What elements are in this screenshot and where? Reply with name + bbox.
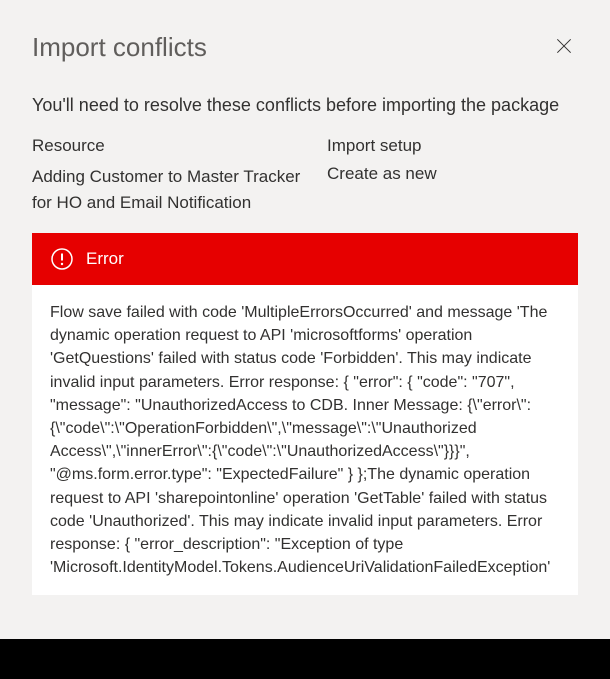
table-header-row: Resource Import setup [32, 136, 578, 156]
import-conflicts-dialog: Import conflicts You'll need to resolve … [0, 0, 610, 679]
error-label: Error [86, 249, 124, 269]
dialog-subtitle: You'll need to resolve these conflicts b… [32, 95, 578, 116]
table-row: Adding Customer to Master Tracker for HO… [32, 164, 578, 215]
bottom-bar [0, 639, 610, 679]
dialog-header: Import conflicts [32, 32, 578, 63]
error-banner: Error [32, 233, 578, 285]
close-button[interactable] [550, 32, 578, 63]
column-header-resource: Resource [32, 136, 327, 156]
error-icon [50, 247, 74, 271]
import-setup-value: Create as new [327, 164, 578, 215]
close-icon [554, 36, 574, 59]
column-header-import-setup: Import setup [327, 136, 578, 156]
resource-name: Adding Customer to Master Tracker for HO… [32, 164, 327, 215]
error-message-body: Flow save failed with code 'MultipleErro… [32, 285, 578, 595]
dialog-title: Import conflicts [32, 32, 207, 63]
